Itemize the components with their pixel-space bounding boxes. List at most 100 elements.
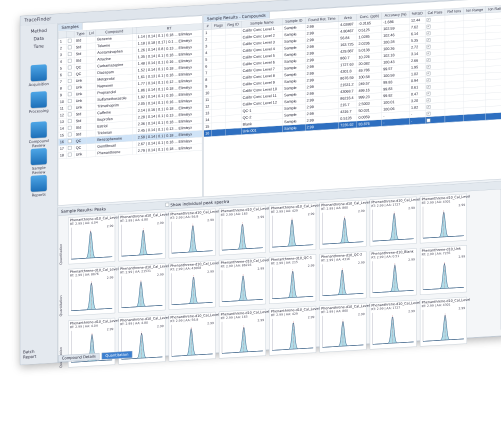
peak-plot-cell[interactable]: Phenanthrene-d10_Cal_Level RT: 2.99 | AA:… — [218, 308, 269, 359]
sample-review-button[interactable]: Sample Review — [25, 148, 52, 176]
plot-row-label: Quantitation — [59, 243, 64, 265]
sample-level[interactable] — [86, 150, 96, 158]
peak-plot-cell[interactable]: Phenanthrene-d10_Cal_Level RT: 2.99 | AA:… — [118, 211, 169, 262]
peak-plot-cell[interactable]: Phenanthrene-d10_Cal_Level RT: 2.99 | AA:… — [218, 257, 269, 307]
row-checkbox[interactable] — [68, 125, 72, 130]
peak-plot-cell[interactable]: Phenanthrene-d10_Cal_Level RT: 2.99 | AA:… — [168, 208, 219, 259]
cal-pass-checkbox[interactable]: ✓ — [426, 104, 431, 109]
cal-pass-checkbox[interactable]: ✓ — [426, 37, 431, 42]
row-checkbox[interactable] — [68, 139, 72, 143]
main-area: Samples Type Lvl Compound RT 1 Std Benzene 1.1… — [57, 0, 501, 368]
reports-button[interactable]: Reports — [25, 174, 52, 198]
show-spectra-checkbox[interactable]: Show individual peak spectra — [165, 199, 229, 208]
result-sample-id: Sample — [282, 124, 306, 133]
peak-apex-label: 2.99 — [106, 327, 114, 332]
row-checkbox[interactable] — [68, 118, 72, 123]
peak-plot-cell[interactable]: Phenanthrene-d10_QC-2 RT: 2.99 | AA: 4316… — [319, 251, 367, 301]
row-checkbox[interactable] — [68, 72, 72, 76]
row-checkbox[interactable] — [68, 85, 72, 90]
sidebar: Method Data Tune Acquisition Processing … — [20, 23, 58, 365]
peak-plot-cell[interactable]: Phenanthrene-d10_Cal_Level RT: 2.99 | AA:… — [68, 214, 119, 265]
peak-plot-cell[interactable]: Phenanthrene-d10_Unk RT: 2.99 | AA: 7235 2… — [419, 245, 467, 295]
row-checkbox[interactable] — [68, 152, 72, 157]
checkbox-box[interactable] — [165, 202, 170, 207]
peak-plot-cell[interactable]: Phenanthrene-d10_Cal_Level RT: 2.99 | AA:… — [269, 202, 320, 253]
cal-pass-checkbox[interactable]: ✓ — [426, 17, 431, 22]
peak-plot-cell[interactable]: Phenanthrene-d10_Cal_Level RT: 2.99 | AA:… — [369, 196, 420, 247]
compound-review-label: Compound Review — [28, 138, 49, 149]
cal-pass-checkbox[interactable]: ✓ — [426, 111, 431, 116]
compound-review-button[interactable]: Compound Review — [25, 121, 52, 149]
result-conc: 83.876 — [356, 119, 382, 128]
cal-pass-checkbox[interactable]: ✓ — [426, 118, 431, 123]
peak-apex-label: 2.99 — [458, 255, 466, 259]
plot-row-label: Quantitation — [59, 295, 64, 317]
cal-pass-checkbox[interactable]: ✓ — [426, 84, 431, 89]
peak-apex-label: 2.99 — [458, 203, 466, 208]
peak-apex-label: 2.99 — [408, 258, 415, 262]
peak-plot-cell[interactable]: Phenanthrene-d10_Cal_Level RT: 2.99 | AA:… — [269, 305, 320, 356]
reports-label: Reports — [31, 192, 46, 198]
row-checkbox[interactable] — [68, 92, 72, 97]
row-checkbox[interactable] — [68, 78, 72, 83]
row-checkbox[interactable] — [68, 132, 72, 137]
cal-pass-checkbox[interactable]: ✓ — [426, 98, 431, 103]
peak-plot-cell[interactable]: Phenanthrene-d10_Cal_Level RT: 2.99 | AA:… — [319, 199, 370, 250]
row-checkbox[interactable] — [68, 58, 72, 63]
result-area: 7235.92 — [338, 121, 357, 129]
peak-plot-cell[interactable]: Phenanthrene-d10_QC-1 RT: 2.99 | AA: 215 2… — [269, 254, 317, 304]
report-link[interactable]: Report — [23, 354, 36, 360]
peak-plot-cell[interactable]: Phenanthrene-d10_Cal_Level RT: 2.99 | AA:… — [68, 266, 119, 316]
sample-checkbox[interactable] — [66, 151, 75, 159]
sample-type: Unk — [74, 150, 87, 158]
result-rsd: - — [409, 116, 426, 125]
cal-pass-checkbox[interactable]: ✓ — [426, 71, 431, 76]
samples-panel: Samples Type Lvl Compound RT 1 Std Benzene 1.1… — [57, 15, 203, 206]
peak-plot-cell[interactable]: Phenanthrene-d10_Cal_Level RT: 2.99 | AA:… — [319, 302, 370, 353]
sample-review-label: Sample Review — [31, 165, 46, 176]
row-checkbox[interactable] — [68, 45, 72, 50]
peak-apex-label: 2.99 — [357, 209, 365, 214]
cal-pass-checkbox[interactable]: ✓ — [426, 24, 431, 29]
cal-pass-checkbox[interactable]: ✓ — [426, 64, 431, 69]
peak-apex-label: 2.99 — [307, 264, 315, 268]
row-checkbox[interactable] — [68, 105, 72, 110]
cal-pass-checkbox[interactable]: ✓ — [426, 44, 431, 49]
result-number: 16 — [203, 129, 212, 137]
peak-plot-cell[interactable]: Phenanthrene-d10_Cal_Level RT: 2.99 | AA:… — [168, 260, 219, 310]
report-icon — [30, 174, 47, 192]
cal-pass-checkbox[interactable]: ✓ — [426, 51, 431, 56]
peak-plot-cell[interactable]: Phenanthrene-d10_Cal_Level RT: 2.99 | AA:… — [369, 299, 420, 350]
acquisition-label: Acquisition — [28, 81, 49, 88]
result-accuracy: - — [381, 117, 410, 127]
processing-button[interactable]: Processing — [25, 91, 52, 114]
sidebar-footer: Batch Report — [23, 349, 36, 360]
sample-number: 18 — [58, 151, 67, 159]
row-checkbox[interactable] — [68, 98, 72, 103]
sidebar-link-tune[interactable]: Tune — [20, 42, 57, 52]
row-checkbox[interactable] — [68, 112, 72, 117]
row-checkbox[interactable] — [68, 51, 72, 56]
peak-plot-cell[interactable]: Phenanthrene-d10_Cal_Level RT: 2.99 | AA:… — [118, 263, 169, 313]
cal-pass-checkbox[interactable]: ✓ — [426, 31, 431, 36]
cal-pass-checkbox[interactable]: ✓ — [426, 78, 431, 83]
cal-pass-checkbox[interactable]: ✓ — [426, 58, 431, 62]
sample-chart-icon — [30, 148, 47, 166]
show-spectra-label: Show individual peak spectra — [170, 199, 230, 208]
result-cal-pass[interactable]: ✓ — [425, 115, 445, 124]
peak-apex-label: 2.99 — [408, 309, 415, 314]
acquisition-button[interactable]: Acquisition — [25, 64, 52, 87]
row-checkbox[interactable] — [68, 145, 72, 150]
cal-pass-checkbox[interactable]: ✓ — [426, 91, 431, 96]
peak-plot-cell[interactable]: Phenanthrene-d10_Cal_Level RT: 2.99 | AA:… — [419, 193, 470, 244]
peak-plot-cell[interactable]: Phenanthrene-d10_Cal_Level RT: 2.99 | AA:… — [218, 205, 269, 256]
screenshot-stage: TraceFinder Method Data Tune Acquisition… — [0, 0, 501, 436]
peak-plot-cell[interactable]: Phenanthrene-d10_Cal_Level RT: 2.99 | AA:… — [419, 296, 470, 347]
peak-plot-cell[interactable]: Phenanthrene-d10_Cal_Level RT: 2.99 | AA:… — [168, 311, 219, 362]
row-checkbox[interactable] — [68, 65, 72, 70]
row-checkbox[interactable] — [68, 38, 72, 43]
peak-apex-label: 2.99 — [106, 224, 114, 229]
result-ion-ratio — [485, 112, 501, 121]
peak-apex-label: 2.99 — [257, 318, 265, 323]
peak-plot-cell[interactable]: Phenanthrene-d10_Blank RT: 2.99 | AA: 0.5… — [369, 248, 417, 298]
